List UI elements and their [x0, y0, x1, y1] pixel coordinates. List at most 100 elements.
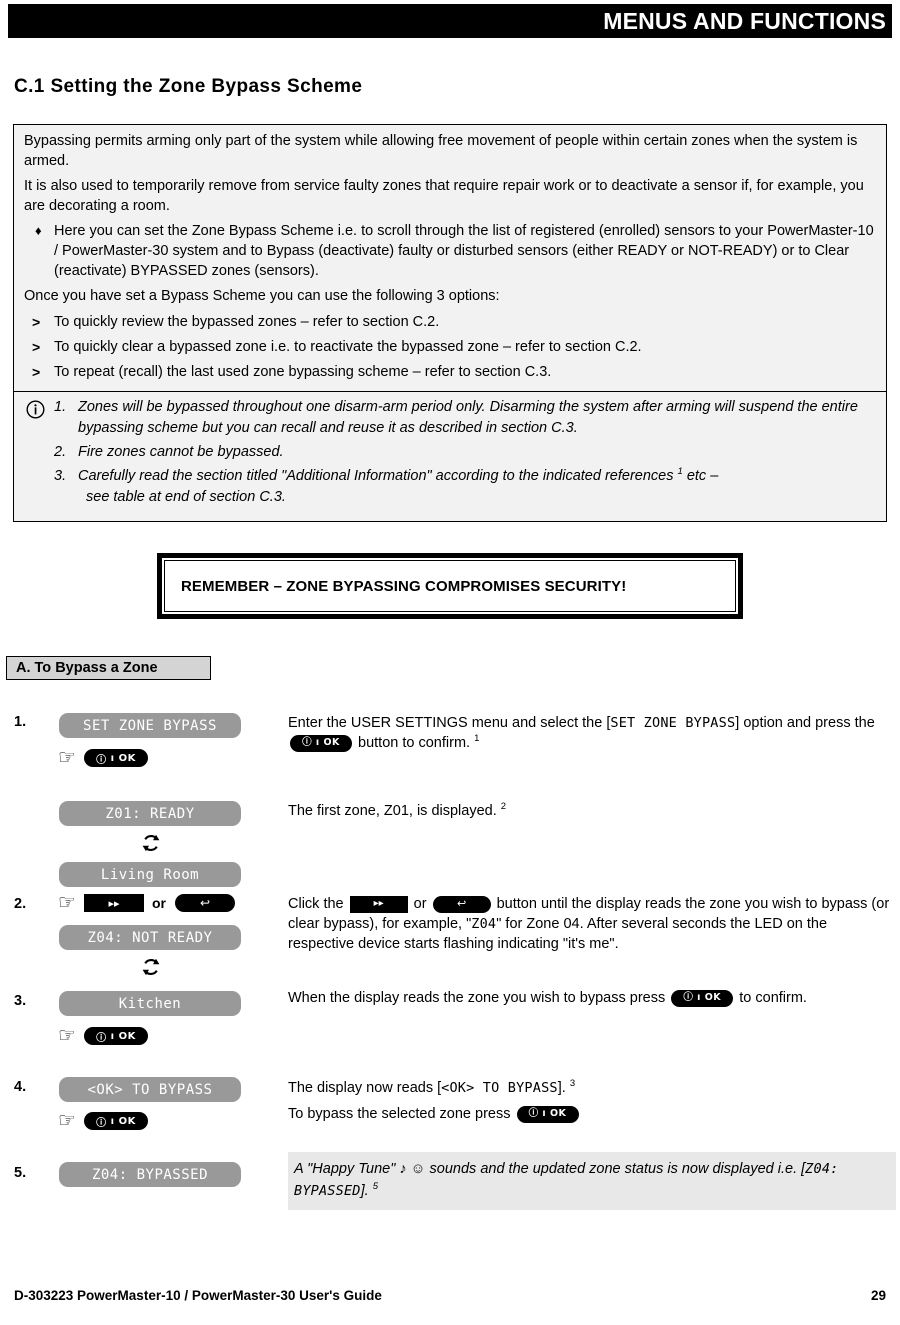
- ok-button-label: ı OK: [315, 737, 340, 749]
- next-arrow-icon: ▸▸: [373, 898, 384, 910]
- lcd-display-living-room: Living Room: [59, 862, 241, 887]
- step-1b-superscript: 2: [500, 801, 507, 813]
- ok-button-info-icon: ⓘ: [302, 737, 313, 749]
- next-button-step2[interactable]: ▸▸: [84, 894, 144, 912]
- step-1-text-a: Enter the USER SETTINGS menu and select …: [288, 715, 611, 731]
- diamond-bullet-icon: ♦: [35, 223, 42, 238]
- step-2-description-text: Click the ▸▸ or ↩ button until the displ…: [288, 894, 894, 954]
- ok-button-step1[interactable]: ⓘ ı OK: [84, 749, 148, 767]
- chevron-bullet-icon: >: [32, 314, 41, 330]
- intro-info-box: Bypassing permits arming only part of th…: [13, 124, 887, 522]
- step-1-superscript: 1: [474, 733, 480, 745]
- page-footer: D-303223 PowerMaster-10 / PowerMaster-30…: [14, 1288, 886, 1303]
- step-5-text-b: sounds and the updated zone status is no…: [425, 1161, 806, 1177]
- step-3-text-b: to confirm.: [735, 990, 807, 1006]
- ok-button-inline-step3[interactable]: ⓘ ı OK: [671, 989, 734, 1007]
- intro-paragraph-1: Bypassing permits arming only part of th…: [24, 133, 858, 169]
- pointing-hand-icon: ☞: [58, 1023, 76, 1047]
- footer-document-title: D-303223 PowerMaster-10 / PowerMaster-30…: [14, 1288, 382, 1303]
- ok-button-info-icon: ⓘ: [96, 1032, 107, 1044]
- step-number-3: 3.: [14, 993, 27, 1009]
- lcd-display-set-zone-bypass: SET ZONE BYPASS: [59, 713, 241, 738]
- subsection-tag-bypass-a-zone: A. To Bypass a Zone: [6, 656, 211, 680]
- step-number-5: 5.: [14, 1165, 27, 1181]
- step-2-text-a: Click the: [288, 896, 348, 912]
- page-header-title: MENUS AND FUNCTIONS: [603, 8, 886, 34]
- ok-button-label: ı OK: [542, 1108, 567, 1120]
- note-item-3-continuation: see table at end of section C.3.: [86, 489, 286, 505]
- back-arrow-icon: ↩: [199, 896, 211, 910]
- step-4-text-a: The display now reads [: [288, 1080, 442, 1096]
- step-3-text-a: When the display reads the zone you wish…: [288, 990, 670, 1006]
- step-number-4: 4.: [14, 1079, 27, 1095]
- step-1-description-text: Enter the USER SETTINGS menu and select …: [288, 713, 894, 753]
- lcd-display-z04-not-ready: Z04: NOT READY: [59, 925, 241, 950]
- ok-button-inline-step4[interactable]: ⓘ ı OK: [516, 1105, 579, 1123]
- ok-button-inline-step1[interactable]: ⓘ ı OK: [290, 734, 352, 752]
- next-button-inline-step2[interactable]: ▸▸: [349, 895, 408, 913]
- lcd-display-ok-to-bypass: <OK> TO BYPASS: [59, 1077, 241, 1102]
- ok-button-label: ı OK: [697, 992, 722, 1004]
- step-5-text-a: A "Happy Tune": [294, 1161, 400, 1177]
- step-1-lcd-token: SET ZONE BYPASS: [610, 715, 736, 731]
- step-5-superscript: 5: [372, 1181, 379, 1193]
- alternating-display-icon: [141, 833, 161, 853]
- lcd-display-kitchen: Kitchen: [59, 991, 241, 1016]
- ok-button-label: ı OK: [110, 1030, 136, 1042]
- chevron-bullet-icon: >: [32, 339, 41, 355]
- page-header-bar: MENUS AND FUNCTIONS: [8, 4, 892, 38]
- step-3-description-text: When the display reads the zone you wish…: [288, 988, 894, 1008]
- option-item-1: > To quickly review the bypassed zones –…: [24, 312, 876, 332]
- step-5-text-c: ].: [360, 1183, 373, 1199]
- step-number-1: 1.: [14, 714, 27, 730]
- step-1b-description-text: The first zone, Z01, is displayed. 2: [288, 801, 894, 821]
- note-item-1: Zones will be bypassed throughout one di…: [52, 397, 876, 439]
- note-item-3-text-after: etc –: [682, 468, 719, 484]
- intro-paragraph-2: It is also used to temporarily remove fr…: [24, 178, 864, 214]
- step-4-description: The display now reads [<OK> TO BYPASS]. …: [288, 1078, 894, 1126]
- ok-button-step4[interactable]: ⓘ ı OK: [84, 1112, 148, 1130]
- remember-warning-inner: REMEMBER – ZONE BYPASSING COMPROMISES SE…: [164, 560, 736, 612]
- step-4-description-line-1: The display now reads [<OK> TO BYPASS]. …: [288, 1078, 894, 1098]
- next-arrow-icon: ▸▸: [108, 896, 120, 910]
- section-heading: C.1 Setting the Zone Bypass Scheme: [14, 76, 363, 97]
- step-1b-description: The first zone, Z01, is displayed. 2: [288, 801, 894, 823]
- step-4-superscript: 3: [569, 1078, 576, 1090]
- ok-button-info-icon: ⓘ: [528, 1108, 539, 1120]
- remember-warning-text: REMEMBER – ZONE BYPASSING COMPROMISES SE…: [181, 577, 627, 595]
- ok-button-label: ı OK: [110, 1115, 136, 1127]
- step-2-text-b: or: [409, 896, 431, 912]
- ok-button-step3[interactable]: ⓘ ı OK: [84, 1027, 148, 1045]
- option-item-3-text: To repeat (recall) the last used zone by…: [54, 364, 552, 380]
- intro-bullet-text: Here you can set the Zone Bypass Scheme …: [54, 223, 874, 279]
- note-item-2-text: Fire zones cannot be bypassed.: [78, 444, 284, 460]
- subsection-tag-label: A. To Bypass a Zone: [16, 660, 158, 676]
- intro-bullet-item: ♦ Here you can set the Zone Bypass Schem…: [24, 221, 876, 281]
- step-2-description: Click the ▸▸ or ↩ button until the displ…: [288, 894, 894, 956]
- note-item-3-text: Carefully read the section titled "Addit…: [78, 468, 678, 484]
- ok-button-info-icon: ⓘ: [96, 1117, 107, 1129]
- step-number-2: 2.: [14, 896, 27, 912]
- step-1-text-c: button to confirm.: [354, 735, 475, 751]
- step-4-text-c: To bypass the selected zone press: [288, 1106, 515, 1122]
- ok-button-info-icon: ⓘ: [683, 992, 694, 1004]
- step-3-description: When the display reads the zone you wish…: [288, 988, 894, 1010]
- pointing-hand-icon: ☞: [58, 745, 76, 769]
- info-circle-icon: [18, 397, 52, 511]
- ok-button-label: ı OK: [110, 752, 136, 764]
- note-item-1-text: Zones will be bypassed throughout one di…: [78, 399, 858, 436]
- intro-paragraph-3: Once you have set a Bypass Scheme you ca…: [24, 288, 500, 304]
- back-button-step2[interactable]: ↩: [175, 894, 235, 912]
- back-button-inline-step2[interactable]: ↩: [432, 895, 491, 913]
- happy-tune-icons: ♪ ☺: [399, 1161, 426, 1177]
- option-item-3: > To repeat (recall) the last used zone …: [24, 362, 876, 382]
- notes-list: Zones will be bypassed throughout one di…: [52, 397, 876, 511]
- pointing-hand-icon: ☞: [58, 890, 76, 914]
- ok-button-info-icon: ⓘ: [96, 754, 107, 766]
- lcd-display-z04-bypassed: Z04: BYPASSED: [59, 1162, 241, 1187]
- step-1b-text: The first zone, Z01, is displayed.: [288, 803, 501, 819]
- chevron-bullet-icon: >: [32, 364, 41, 380]
- step-4-description-line-2: To bypass the selected zone press ⓘ ı OK: [288, 1104, 894, 1124]
- option-item-2-text: To quickly clear a bypassed zone i.e. to…: [54, 339, 642, 355]
- note-item-2: Fire zones cannot be bypassed.: [52, 442, 876, 463]
